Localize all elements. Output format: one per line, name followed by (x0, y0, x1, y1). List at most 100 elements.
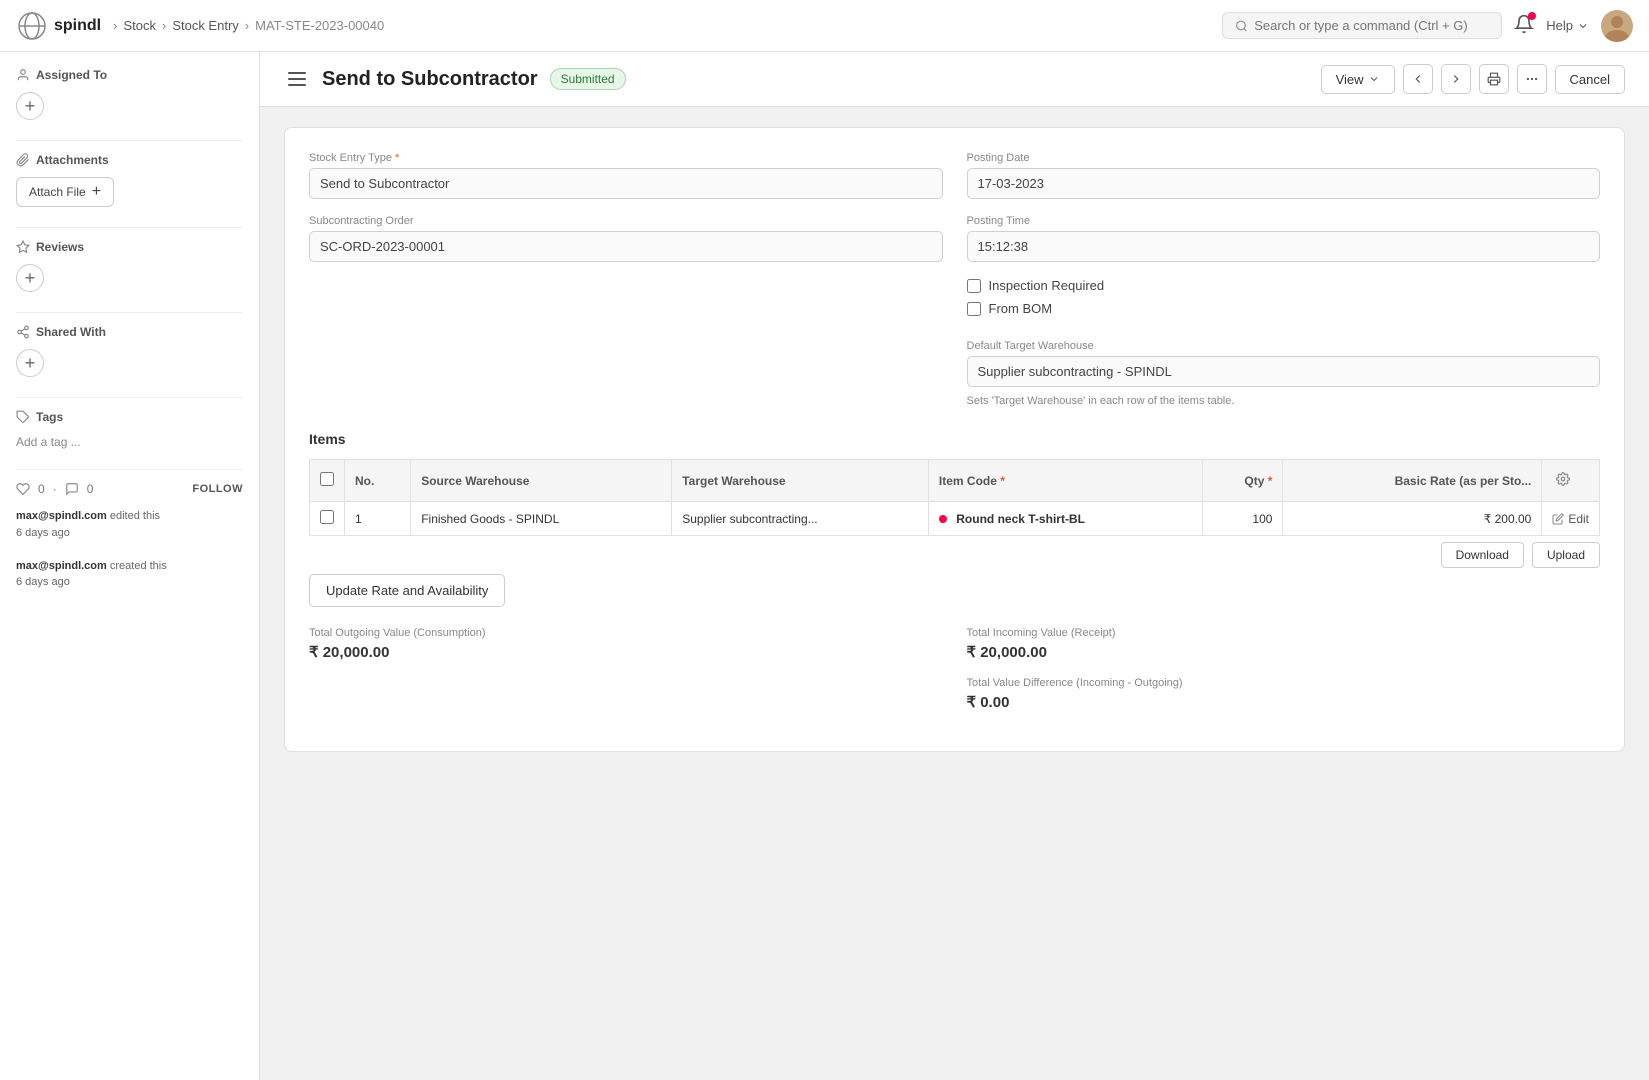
notification-bell[interactable] (1514, 14, 1534, 37)
default-target-warehouse-input[interactable] (967, 356, 1601, 387)
totals-row-2-left (309, 677, 943, 711)
th-basic-rate: Basic Rate (as per Sto... (1283, 460, 1542, 502)
activity-action-2: created this (110, 560, 167, 572)
tag-icon (16, 410, 30, 424)
th-no: No. (345, 460, 411, 502)
help-label: Help (1546, 18, 1573, 33)
chevron-down-icon (1577, 20, 1589, 32)
subcontracting-order-input[interactable] (309, 231, 943, 262)
cancel-button[interactable]: Cancel (1555, 65, 1625, 94)
from-bom-row: From BOM (967, 301, 1601, 316)
breadcrumb-current: MAT-STE-2023-00040 (255, 18, 384, 33)
divider-4 (16, 397, 243, 398)
posting-date-label: Posting Date (967, 152, 1601, 164)
th-target-warehouse: Target Warehouse (672, 460, 929, 502)
follow-button[interactable]: FOLLOW (192, 483, 243, 495)
reviews-section: Reviews + (16, 240, 243, 292)
divider-3 (16, 312, 243, 313)
assigned-to-add-button[interactable]: + (16, 92, 44, 120)
logo[interactable]: spindl (16, 10, 101, 42)
gear-icon (1556, 472, 1570, 486)
default-target-warehouse-group: Default Target Warehouse Sets 'Target Wa… (967, 340, 1601, 407)
qty-req: * (1268, 474, 1273, 488)
download-button[interactable]: Download (1441, 542, 1524, 568)
more-button[interactable] (1517, 64, 1547, 94)
chevron-right-icon (1449, 72, 1463, 86)
form-row-4: Default Target Warehouse Sets 'Target Wa… (309, 340, 1600, 407)
view-button[interactable]: View (1321, 65, 1395, 94)
more-horizontal-icon (1525, 72, 1539, 86)
paperclip-icon (16, 153, 30, 167)
from-bom-checkbox[interactable] (967, 302, 981, 316)
row-checkbox[interactable] (320, 510, 334, 524)
table-settings-button[interactable] (1552, 468, 1574, 493)
search-bar[interactable] (1222, 12, 1502, 39)
status-badge: Submitted (550, 68, 626, 90)
assigned-to-section: Assigned To + (16, 68, 243, 120)
row-qty: 100 (1203, 502, 1283, 536)
stock-entry-type-label: Stock Entry Type * (309, 152, 943, 164)
posting-time-input[interactable] (967, 231, 1601, 262)
table-row: 1 Finished Goods - SPINDL Supplier subco… (310, 502, 1600, 536)
topnav: spindl › Stock › Stock Entry › MAT-STE-2… (0, 0, 1649, 52)
posting-time-right: Posting Time (967, 215, 1601, 262)
breadcrumb-stock[interactable]: Stock (123, 18, 156, 33)
inspection-required-checkbox[interactable] (967, 279, 981, 293)
next-button[interactable] (1441, 64, 1471, 94)
edit-row-button[interactable]: Edit (1552, 512, 1589, 526)
activity-user-2: max@spindl.com (16, 560, 107, 572)
shared-with-add-button[interactable]: + (16, 349, 44, 377)
th-source-warehouse: Source Warehouse (411, 460, 672, 502)
row-source-warehouse: Finished Goods - SPINDL (411, 502, 672, 536)
row-item-code-text: Round neck T-shirt-BL (956, 512, 1085, 526)
breadcrumb: › Stock › Stock Entry › MAT-STE-2023-000… (113, 18, 384, 33)
chevron-left-icon (1411, 72, 1425, 86)
from-bom-label: From BOM (989, 301, 1053, 316)
form-row-3-left (309, 278, 943, 324)
posting-time-label: Posting Time (967, 215, 1601, 227)
sidebar: Assigned To + Attachments Attach File + (0, 52, 260, 1080)
attachments-label: Attachments (36, 153, 109, 167)
item-code-req: * (1000, 474, 1005, 488)
activity-log: max@spindl.com edited this 6 days ago ma… (16, 508, 243, 591)
row-target-warehouse: Supplier subcontracting... (672, 502, 929, 536)
posting-date-input[interactable] (967, 168, 1601, 199)
heart-icon (16, 482, 30, 496)
topnav-right: Help (1222, 10, 1633, 42)
menu-toggle[interactable] (284, 68, 310, 90)
tags-title: Tags (16, 410, 243, 424)
search-input[interactable] (1254, 18, 1489, 33)
breadcrumb-stock-entry[interactable]: Stock Entry (172, 18, 238, 33)
logo-text: spindl (54, 17, 101, 35)
star-icon (16, 240, 30, 254)
stock-entry-type-input[interactable] (309, 168, 943, 199)
select-all-checkbox[interactable] (320, 472, 334, 486)
total-difference-value: ₹ 0.00 (967, 693, 1601, 711)
th-item-code: Item Code * (928, 460, 1202, 502)
inspection-required-label: Inspection Required (989, 278, 1105, 293)
avatar[interactable] (1601, 10, 1633, 42)
prev-button[interactable] (1403, 64, 1433, 94)
page-header: Send to Subcontractor Submitted View (260, 52, 1649, 107)
attach-file-button[interactable]: Attach File + (16, 177, 114, 207)
attachments-title: Attachments (16, 153, 243, 167)
form-row-2: Subcontracting Order Posting Time (309, 215, 1600, 262)
table-header-row: No. Source Warehouse Target Warehouse It… (310, 460, 1600, 502)
help-menu[interactable]: Help (1546, 18, 1589, 33)
divider-1 (16, 140, 243, 141)
reviews-add-button[interactable]: + (16, 264, 44, 292)
edit-icon (1552, 513, 1564, 525)
attach-plus-icon: + (92, 184, 101, 200)
activity-action-1: edited this (110, 510, 160, 522)
totals-row-1: Total Outgoing Value (Consumption) ₹ 20,… (309, 627, 1600, 661)
upload-button[interactable]: Upload (1532, 542, 1600, 568)
total-incoming-label: Total Incoming Value (Receipt) (967, 627, 1601, 639)
update-rate-button[interactable]: Update Rate and Availability (309, 574, 505, 607)
print-button[interactable] (1479, 64, 1509, 94)
add-tag-link[interactable]: Add a tag ... (16, 435, 81, 449)
tags-section: Tags Add a tag ... (16, 410, 243, 449)
comment-icon (65, 482, 79, 496)
totals-row-2: Total Value Difference (Incoming - Outgo… (309, 677, 1600, 711)
tags-label: Tags (36, 410, 63, 424)
printer-icon (1487, 72, 1501, 86)
